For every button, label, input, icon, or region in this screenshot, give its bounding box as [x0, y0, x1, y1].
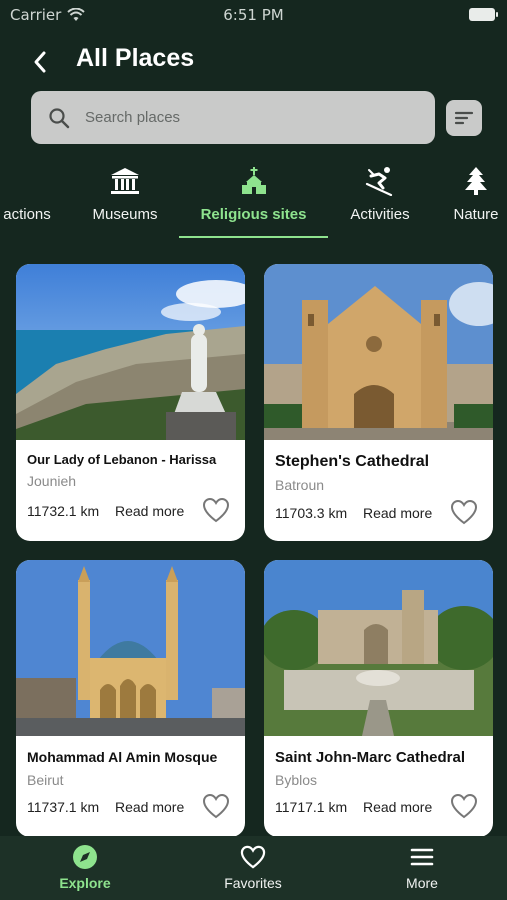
category-religious-sites[interactable]: Religious sites: [179, 160, 328, 238]
bottom-tab-bar: Explore Favorites More: [0, 836, 507, 900]
status-time: 6:51 PM: [223, 6, 284, 24]
category-label: Activities: [350, 206, 410, 223]
tab-label: More: [406, 875, 438, 891]
favorite-button[interactable]: [201, 792, 231, 820]
place-distance: 11703.3 km: [275, 505, 348, 521]
tab-more[interactable]: More: [367, 836, 477, 900]
heart-icon: [240, 845, 266, 869]
place-location: Byblos: [275, 772, 318, 788]
tab-favorites[interactable]: Favorites: [198, 836, 308, 900]
category-label: Religious sites: [200, 206, 307, 223]
museum-icon: [111, 168, 139, 194]
back-button[interactable]: [24, 46, 56, 78]
tree-icon: [465, 167, 487, 195]
place-location: Beirut: [27, 772, 64, 788]
place-card[interactable]: Stephen's Cathedral Batroun 11703.3 km R…: [264, 264, 493, 541]
favorite-button[interactable]: [449, 792, 479, 820]
heart-icon: [202, 793, 230, 819]
heart-icon: [450, 499, 478, 525]
read-more-link[interactable]: Read more: [115, 799, 184, 815]
favorite-button[interactable]: [201, 496, 231, 524]
compass-icon: [73, 845, 97, 869]
category-label: actions: [3, 206, 51, 223]
category-museums[interactable]: Museums: [80, 160, 170, 238]
header: All Places: [0, 40, 507, 84]
heart-icon: [450, 793, 478, 819]
category-label: Nature: [453, 206, 499, 223]
place-distance: 11732.1 km: [27, 503, 100, 519]
place-photo: [16, 264, 245, 440]
search-bar[interactable]: [31, 91, 435, 144]
filter-button[interactable]: [446, 100, 482, 136]
place-location: Jounieh: [27, 473, 77, 489]
list-filter-icon: [454, 111, 474, 125]
place-name: Saint John-Marc Cathedral: [275, 749, 466, 766]
read-more-link[interactable]: Read more: [363, 799, 432, 815]
read-more-link[interactable]: Read more: [363, 505, 432, 521]
tab-label: Favorites: [224, 875, 282, 891]
place-photo: [16, 560, 245, 736]
church-icon: [241, 167, 266, 194]
place-card[interactable]: Our Lady of Lebanon - Harissa Jounieh 11…: [16, 264, 245, 541]
category-label: Museums: [92, 206, 158, 223]
places-grid: Our Lady of Lebanon - Harissa Jounieh 11…: [0, 262, 507, 837]
battery-icon: [469, 8, 498, 21]
category-nature[interactable]: Nature: [445, 160, 507, 238]
place-photo: [264, 560, 493, 736]
skiing-icon: [365, 167, 393, 196]
place-location: Batroun: [275, 477, 325, 493]
place-card[interactable]: Mohammad Al Amin Mosque Beirut 11737.1 k…: [16, 560, 245, 837]
tab-label: Explore: [59, 875, 111, 891]
place-card[interactable]: Saint John-Marc Cathedral Byblos 11717.1…: [264, 560, 493, 837]
chevron-left-icon: [34, 51, 46, 73]
category-attractions[interactable]: actions: [0, 160, 62, 238]
search-icon: [47, 106, 71, 130]
place-distance: 11737.1 km: [27, 799, 100, 815]
page-title: All Places: [76, 44, 195, 72]
place-name: Our Lady of Lebanon - Harissa: [27, 452, 217, 467]
place-name: Stephen's Cathedral: [275, 453, 430, 470]
status-bar: Carrier 6:51 PM: [0, 0, 507, 32]
category-tabs: actions Museums Religious sites Activiti…: [0, 160, 507, 240]
place-distance: 11717.1 km: [275, 799, 348, 815]
read-more-link[interactable]: Read more: [115, 503, 184, 519]
active-tab-indicator: [179, 236, 328, 238]
menu-icon: [410, 848, 434, 866]
search-input[interactable]: [85, 109, 385, 126]
category-activities[interactable]: Activities: [338, 160, 422, 238]
place-photo: [264, 264, 493, 440]
place-name: Mohammad Al Amin Mosque: [27, 749, 218, 765]
tab-explore[interactable]: Explore: [30, 836, 140, 900]
favorite-button[interactable]: [449, 498, 479, 526]
heart-icon: [202, 497, 230, 523]
